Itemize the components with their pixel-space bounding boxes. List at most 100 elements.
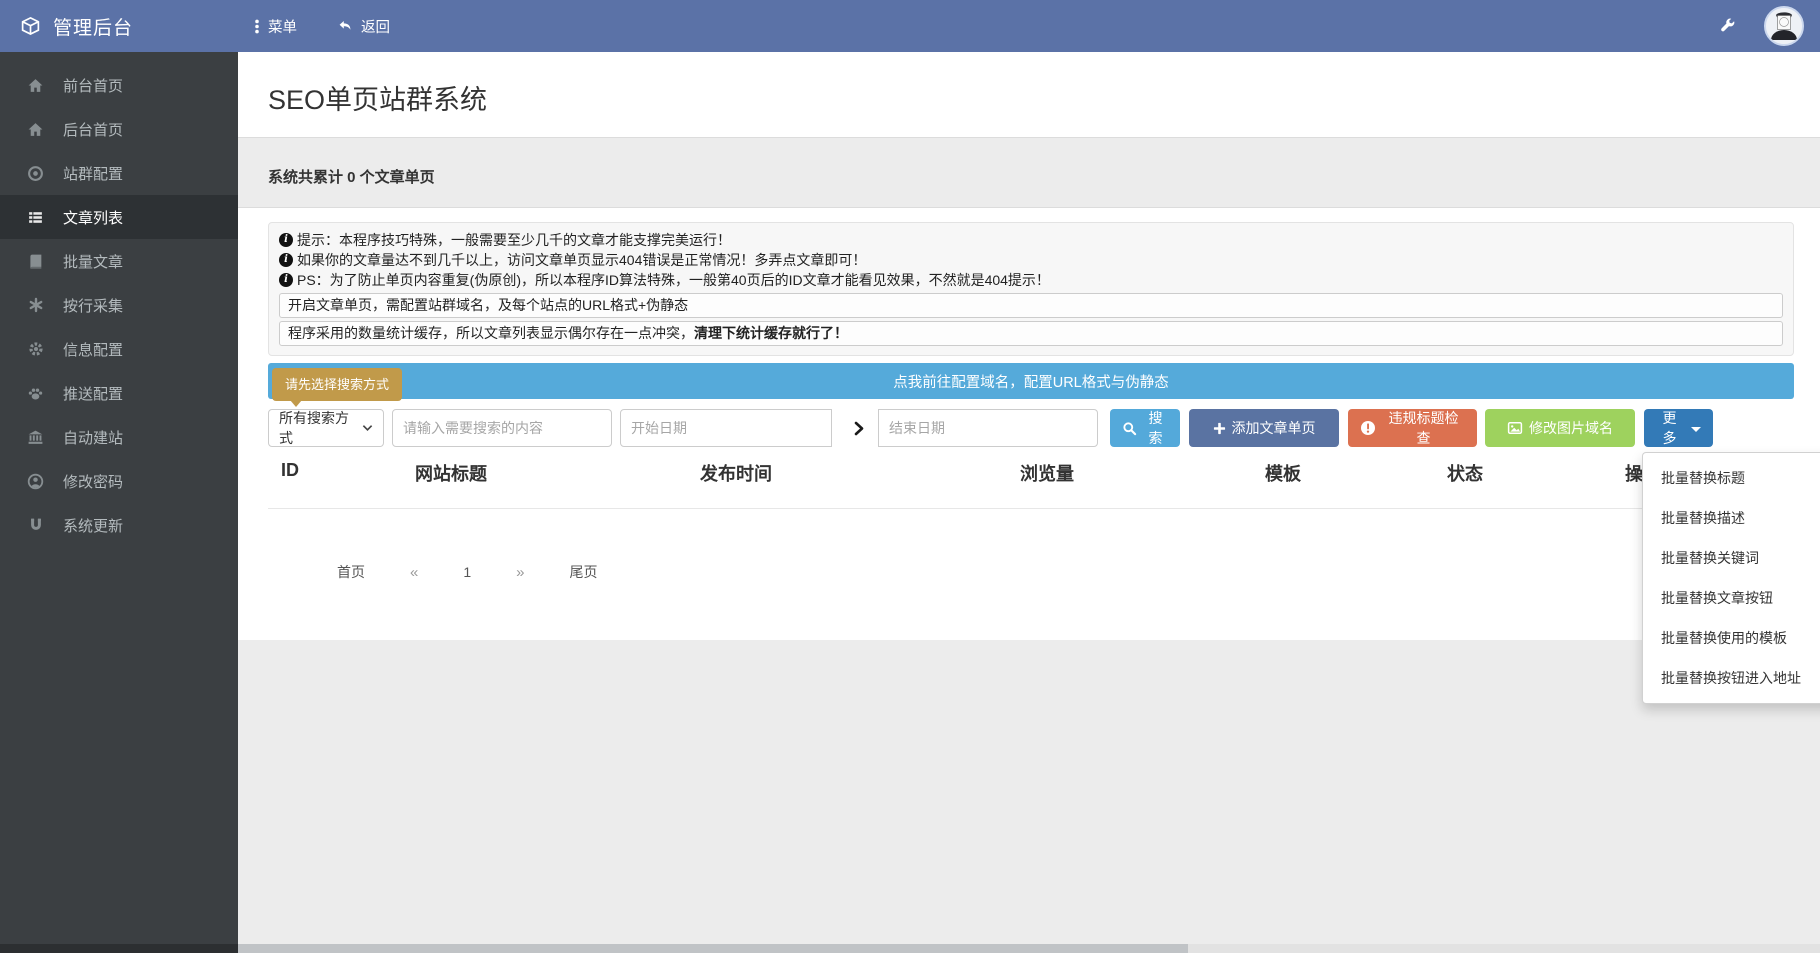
back-label: 返回	[361, 16, 390, 37]
sidebar-item-label: 推送配置	[63, 383, 123, 404]
search-label: 搜索	[1143, 408, 1168, 448]
add-article-button[interactable]: 添加文章单页	[1189, 409, 1339, 447]
sidebar-item-label: 批量文章	[63, 251, 123, 272]
dropdown-item-replace-title[interactable]: 批量替换标题	[1643, 458, 1820, 498]
column-header-status: 状态	[1447, 460, 1625, 486]
dropdown-item-replace-button-url[interactable]: 批量替换按钮进入地址	[1643, 658, 1820, 698]
sidebar-item-label: 修改密码	[63, 471, 123, 492]
column-header-template: 模板	[1265, 460, 1447, 486]
caret-down-icon	[1691, 427, 1701, 432]
select-value: 所有搜索方式	[279, 408, 362, 448]
scrollbar-thumb[interactable]	[238, 944, 1188, 953]
brand[interactable]: 管理后台	[0, 13, 238, 40]
image-domain-button[interactable]: 修改图片域名	[1485, 409, 1635, 447]
sidebar-item-label: 前台首页	[63, 75, 123, 96]
user-circle-icon	[27, 473, 44, 490]
navbar-right	[1719, 6, 1820, 46]
home-icon	[27, 77, 44, 94]
pagination-next[interactable]: »	[516, 564, 524, 581]
tip-box-bold: 清理下统计缓存就行了！	[694, 325, 848, 341]
asterisk-icon	[27, 297, 44, 313]
tip-box-text: 开启文章单页，需配置站群域名，及每个站点的URL格式+伪静态	[288, 297, 688, 313]
page-header: SEO单页站群系统	[238, 52, 1820, 138]
article-counter: 系统共累计 0 个文章单页	[238, 138, 1820, 187]
info-circle-icon: i	[279, 273, 293, 287]
tips-well: i 提示：本程序技巧特殊，一般需要至少几千的文章才能支撑完美运行！ i 如果你的…	[268, 222, 1794, 356]
page-title: SEO单页站群系统	[238, 52, 1820, 117]
dropdown-item-replace-template[interactable]: 批量替换使用的模板	[1643, 618, 1820, 658]
pagination-prev[interactable]: «	[410, 564, 418, 581]
back-button[interactable]: 返回	[337, 16, 390, 37]
ellipsis-v-icon	[254, 19, 260, 34]
sidebar-item-system-update[interactable]: 系统更新	[0, 503, 238, 547]
config-domain-banner[interactable]: 点我前往配置域名，配置URL格式与伪静态	[268, 363, 1794, 399]
top-navbar: 管理后台 菜单 返回	[0, 0, 1820, 52]
sidebar-item-label: 系统更新	[63, 515, 123, 536]
sidebar-item-label: 站群配置	[63, 163, 123, 184]
dropdown-item-replace-description[interactable]: 批量替换描述	[1643, 498, 1820, 538]
sidebar-item-batch-articles[interactable]: 批量文章	[0, 239, 238, 283]
sidebar-item-push-config[interactable]: 推送配置	[0, 371, 238, 415]
pagination-last[interactable]: 尾页	[569, 562, 597, 582]
sidebar-item-info-config[interactable]: 信息配置	[0, 327, 238, 371]
sidebar-bottom-edge	[0, 944, 238, 953]
search-type-select[interactable]: 所有搜索方式	[268, 409, 384, 447]
sidebar-item-label: 文章列表	[63, 207, 123, 228]
exclamation-circle-icon	[1360, 420, 1376, 436]
banner-text: 点我前往配置域名，配置URL格式与伪静态	[893, 371, 1169, 392]
dropdown-item-replace-keywords[interactable]: 批量替换关键词	[1643, 538, 1820, 578]
pagination: 首页 « 1 » 尾页	[337, 552, 597, 592]
table-header-divider	[268, 508, 1820, 509]
sidebar-item-label: 后台首页	[63, 119, 123, 140]
tip-box-domain: 开启文章单页，需配置站群域名，及每个站点的URL格式+伪静态	[279, 293, 1783, 318]
tip-line: i PS：为了防止单页内容重复(伪原创)，所以本程序ID算法特殊，一般第40页后…	[279, 270, 1783, 290]
home-icon	[27, 121, 44, 138]
more-label: 更多	[1656, 408, 1683, 448]
table-header-row: ID 网站标题 发布时间 浏览量 模板 状态 操作	[281, 460, 1820, 486]
horizontal-scrollbar[interactable]	[238, 944, 1820, 953]
sidebar-item-frontend-home[interactable]: 前台首页	[0, 63, 238, 107]
gear-icon	[27, 341, 44, 357]
sidebar-item-change-password[interactable]: 修改密码	[0, 459, 238, 503]
sidebar-item-backend-home[interactable]: 后台首页	[0, 107, 238, 151]
dropdown-item-replace-article-button[interactable]: 批量替换文章按钮	[1643, 578, 1820, 618]
menu-label: 菜单	[268, 16, 297, 37]
tip-box-text: 程序采用的数量统计缓存，所以文章列表显示偶尔存在一点冲突，	[288, 325, 694, 341]
date-end-input[interactable]	[878, 409, 1098, 447]
sidebar-item-label: 按行采集	[63, 295, 123, 316]
brand-title: 管理后台	[53, 13, 133, 40]
sidebar-item-sites-config[interactable]: 站群配置	[0, 151, 238, 195]
menu-toggle[interactable]: 菜单	[254, 16, 297, 37]
search-toolbar: 所有搜索方式 搜索 添加文章单页 违规标题检查 修改图片域名 更多	[268, 409, 1713, 447]
keyword-input[interactable]	[392, 409, 612, 447]
column-header-title: 网站标题	[415, 460, 700, 486]
sidebar: 前台首页 后台首页 站群配置 文章列表 批量文章 按行采集 信息配置 推送配置 …	[0, 52, 238, 953]
image-icon	[1507, 420, 1523, 436]
title-check-button[interactable]: 违规标题检查	[1348, 409, 1477, 447]
column-header-publish-time: 发布时间	[700, 460, 1020, 486]
wrench-icon[interactable]	[1719, 18, 1736, 35]
date-start-input[interactable]	[620, 409, 832, 447]
add-article-label: 添加文章单页	[1232, 418, 1316, 438]
sidebar-item-article-list[interactable]: 文章列表	[0, 195, 238, 239]
pagination-first[interactable]: 首页	[337, 562, 365, 582]
chevron-down-icon	[362, 424, 373, 432]
list-icon	[27, 209, 44, 226]
pagination-current-page[interactable]: 1	[463, 564, 471, 580]
chevron-right-icon	[840, 409, 878, 447]
book-icon	[27, 253, 44, 270]
tip-line: i 如果你的文章量达不到几千以上，访问文章单页显示404错误是正常情况！多弄点文…	[279, 250, 1783, 270]
tooltip-text: 请先选择搜索方式	[285, 377, 389, 392]
sidebar-item-line-collect[interactable]: 按行采集	[0, 283, 238, 327]
avatar[interactable]	[1764, 6, 1804, 46]
sidebar-item-auto-build[interactable]: 自动建站	[0, 415, 238, 459]
more-button[interactable]: 更多	[1644, 409, 1713, 447]
info-circle-icon: i	[279, 233, 293, 247]
sidebar-item-label: 自动建站	[63, 427, 123, 448]
compass-icon	[27, 165, 44, 182]
tip-box-cache: 程序采用的数量统计缓存，所以文章列表显示偶尔存在一点冲突，清理下统计缓存就行了！	[279, 321, 1783, 346]
tip-text: 如果你的文章量达不到几千以上，访问文章单页显示404错误是正常情况！多弄点文章即…	[297, 250, 866, 270]
column-header-id: ID	[281, 460, 415, 481]
search-button[interactable]: 搜索	[1110, 409, 1180, 447]
title-check-label: 违规标题检查	[1382, 408, 1465, 448]
